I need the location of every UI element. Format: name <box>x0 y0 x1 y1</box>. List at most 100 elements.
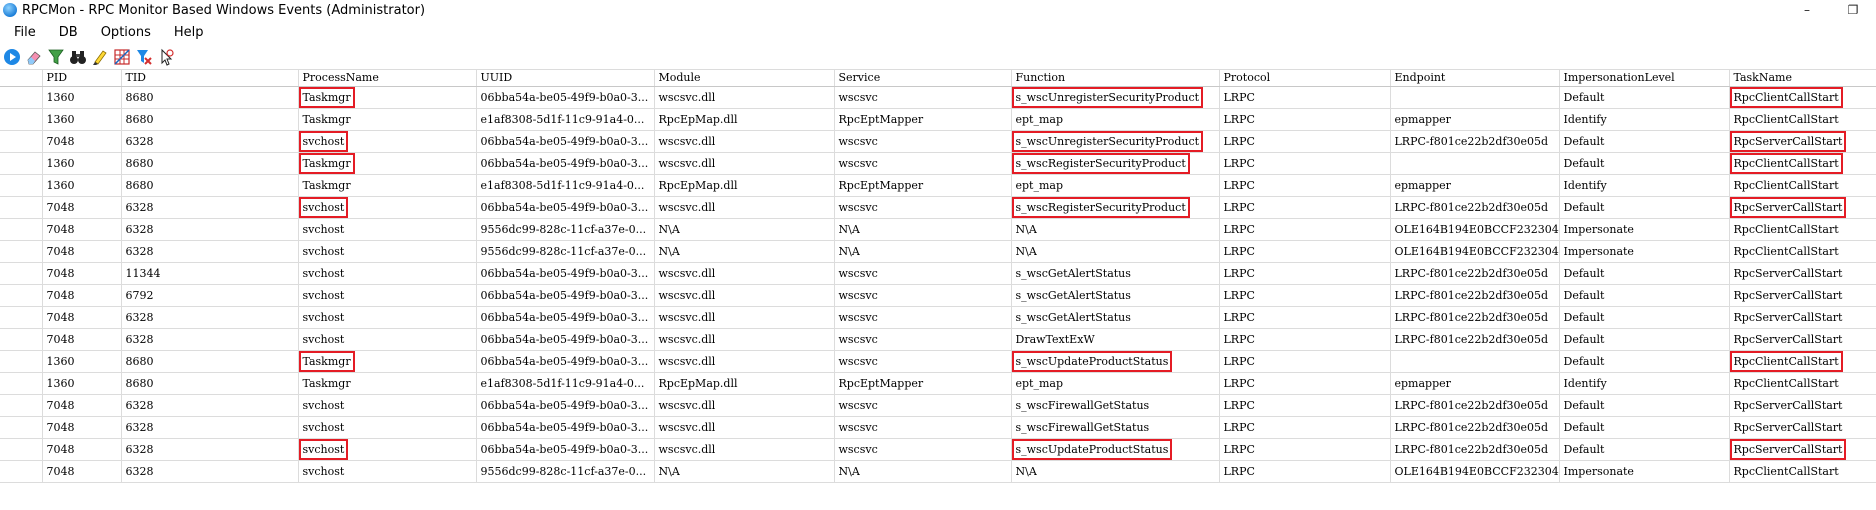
cell-endpoint[interactable]: LRPC-f801ce22b2df30e05d <box>1390 394 1560 417</box>
cell-pid[interactable]: 7048 <box>42 218 122 241</box>
cell-protocol[interactable]: LRPC <box>1219 394 1391 417</box>
cell-impersonationlevel[interactable]: Default <box>1559 350 1730 373</box>
menu-db[interactable]: DB <box>45 25 87 40</box>
column-header-impersonationlevel[interactable]: ImpersonationLevel <box>1559 70 1730 87</box>
cell-endpoint[interactable]: LRPC-f801ce22b2df30e05d <box>1390 196 1560 219</box>
cell-module[interactable]: wscsvc.dll <box>654 284 835 307</box>
cell-endpoint[interactable]: LRPC-f801ce22b2df30e05d <box>1390 416 1560 439</box>
cell-processname[interactable]: Taskmgr <box>298 350 477 373</box>
filter-icon[interactable] <box>46 47 66 67</box>
cell-function[interactable]: ept_map <box>1011 174 1220 197</box>
menu-options[interactable]: Options <box>87 25 160 40</box>
cell-endpoint[interactable] <box>1390 350 1560 373</box>
cell-processname[interactable]: Taskmgr <box>298 86 477 109</box>
play-icon[interactable] <box>2 47 22 67</box>
cell-endpoint[interactable] <box>1390 86 1560 109</box>
cell-processname[interactable]: Taskmgr <box>298 372 477 395</box>
cell-impersonationlevel[interactable]: Default <box>1559 196 1730 219</box>
cell-endpoint[interactable]: epmapper <box>1390 108 1560 131</box>
table-row[interactable]: 1360 8680 Taskmgr 06bba54a-be05-49f9-b0a0-3… <box>0 86 1876 109</box>
table-row[interactable]: 7048 6792 svchost 06bba54a-be05-49f9-b0a0-3… <box>0 284 1876 307</box>
cell-uuid[interactable]: 06bba54a-be05-49f9-b0a0-3... <box>476 152 655 175</box>
cell-endpoint[interactable]: epmapper <box>1390 174 1560 197</box>
table-row[interactable]: 1360 8680 Taskmgr e1af8308-5d1f-11c9-91a4-0… <box>0 108 1876 131</box>
cell-uuid[interactable]: 9556dc99-828c-11cf-a37e-0... <box>476 218 655 241</box>
cell-tid[interactable]: 8680 <box>121 152 299 175</box>
cell-protocol[interactable]: LRPC <box>1219 174 1391 197</box>
cell-function[interactable]: s_wscRegisterSecurityProduct <box>1011 152 1220 175</box>
cell-endpoint[interactable]: LRPC-f801ce22b2df30e05d <box>1390 328 1560 351</box>
cell-processname[interactable]: Taskmgr <box>298 152 477 175</box>
pointer-icon[interactable] <box>156 47 176 67</box>
cell-tid[interactable]: 6328 <box>121 460 299 483</box>
cell-taskname[interactable]: RpcClientCallStart <box>1729 372 1876 395</box>
cell-processname[interactable]: svchost <box>298 394 477 417</box>
cell-impersonationlevel[interactable]: Default <box>1559 86 1730 109</box>
cell-endpoint[interactable]: OLE164B194E0BCCF2323043B... <box>1390 240 1560 263</box>
cell-function[interactable]: N\A <box>1011 218 1220 241</box>
cell-taskname[interactable]: RpcServerCallStart <box>1729 306 1876 329</box>
cell-processname[interactable]: svchost <box>298 416 477 439</box>
cell-pid[interactable]: 7048 <box>42 130 122 153</box>
cell-protocol[interactable]: LRPC <box>1219 130 1391 153</box>
cell-pid[interactable]: 7048 <box>42 196 122 219</box>
cell-taskname[interactable]: RpcClientCallStart <box>1729 152 1876 175</box>
row-header[interactable] <box>0 174 43 197</box>
cell-tid[interactable]: 6792 <box>121 284 299 307</box>
cell-tid[interactable]: 8680 <box>121 174 299 197</box>
cell-taskname[interactable]: RpcServerCallStart <box>1729 416 1876 439</box>
cell-endpoint[interactable] <box>1390 152 1560 175</box>
cell-endpoint[interactable]: LRPC-f801ce22b2df30e05d <box>1390 130 1560 153</box>
cell-tid[interactable]: 6328 <box>121 306 299 329</box>
row-header[interactable] <box>0 262 43 285</box>
cell-service[interactable]: N\A <box>834 240 1012 263</box>
row-header[interactable] <box>0 240 43 263</box>
row-header[interactable] <box>0 460 43 483</box>
cell-processname[interactable]: Taskmgr <box>298 174 477 197</box>
grid-icon[interactable] <box>112 47 132 67</box>
cell-function[interactable]: s_wscUnregisterSecurityProduct <box>1011 130 1220 153</box>
cell-uuid[interactable]: 06bba54a-be05-49f9-b0a0-3... <box>476 86 655 109</box>
cell-protocol[interactable]: LRPC <box>1219 372 1391 395</box>
cell-endpoint[interactable]: epmapper <box>1390 372 1560 395</box>
row-header[interactable] <box>0 416 43 439</box>
cell-impersonationlevel[interactable]: Default <box>1559 394 1730 417</box>
cell-service[interactable]: wscsvc <box>834 306 1012 329</box>
cell-service[interactable]: wscsvc <box>834 152 1012 175</box>
cell-impersonationlevel[interactable]: Impersonate <box>1559 240 1730 263</box>
cell-pid[interactable]: 1360 <box>42 174 122 197</box>
cell-service[interactable]: wscsvc <box>834 86 1012 109</box>
eraser-icon[interactable] <box>24 47 44 67</box>
cell-impersonationlevel[interactable]: Identify <box>1559 372 1730 395</box>
cell-module[interactable]: wscsvc.dll <box>654 86 835 109</box>
cell-protocol[interactable]: LRPC <box>1219 152 1391 175</box>
cell-endpoint[interactable]: LRPC-f801ce22b2df30e05d <box>1390 284 1560 307</box>
cell-function[interactable]: s_wscUpdateProductStatus <box>1011 350 1220 373</box>
row-header[interactable] <box>0 196 43 219</box>
cell-module[interactable]: RpcEpMap.dll <box>654 174 835 197</box>
column-header-module[interactable]: Module <box>654 70 835 87</box>
cell-service[interactable]: wscsvc <box>834 416 1012 439</box>
cell-processname[interactable]: svchost <box>298 240 477 263</box>
table-row[interactable]: 7048 6328 svchost 9556dc99-828c-11cf-a37e-0… <box>0 218 1876 241</box>
cell-uuid[interactable]: 06bba54a-be05-49f9-b0a0-3... <box>476 306 655 329</box>
cell-tid[interactable]: 6328 <box>121 394 299 417</box>
cell-processname[interactable]: svchost <box>298 218 477 241</box>
cell-uuid[interactable]: 06bba54a-be05-49f9-b0a0-3... <box>476 350 655 373</box>
cell-service[interactable]: N\A <box>834 218 1012 241</box>
row-header[interactable] <box>0 218 43 241</box>
cell-pid[interactable]: 7048 <box>42 240 122 263</box>
cell-uuid[interactable]: 06bba54a-be05-49f9-b0a0-3... <box>476 196 655 219</box>
cell-protocol[interactable]: LRPC <box>1219 262 1391 285</box>
cell-taskname[interactable]: RpcClientCallStart <box>1729 350 1876 373</box>
column-header-uuid[interactable]: UUID <box>476 70 655 87</box>
cell-taskname[interactable]: RpcServerCallStart <box>1729 328 1876 351</box>
table-row[interactable]: 7048 6328 svchost 06bba54a-be05-49f9-b0a0-3… <box>0 328 1876 351</box>
cell-pid[interactable]: 1360 <box>42 108 122 131</box>
table-row[interactable]: 7048 6328 svchost 06bba54a-be05-49f9-b0a0-3… <box>0 306 1876 329</box>
cell-function[interactable]: s_wscGetAlertStatus <box>1011 284 1220 307</box>
cell-service[interactable]: N\A <box>834 460 1012 483</box>
cell-uuid[interactable]: 06bba54a-be05-49f9-b0a0-3... <box>476 394 655 417</box>
cell-module[interactable]: wscsvc.dll <box>654 262 835 285</box>
cell-function[interactable]: s_wscFirewallGetStatus <box>1011 394 1220 417</box>
